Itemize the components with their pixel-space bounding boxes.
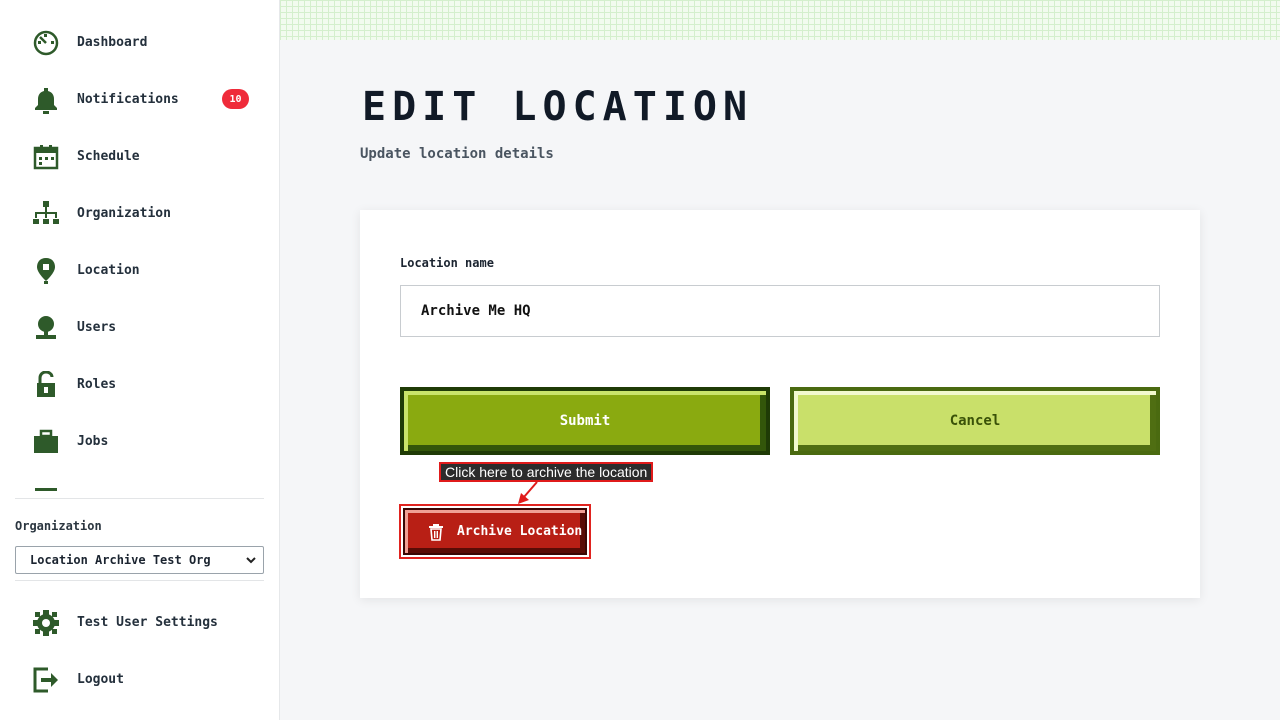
organization-label: Organization <box>15 519 102 533</box>
archive-location-label: Archive Location <box>457 524 583 539</box>
bell-icon <box>30 84 62 116</box>
page-subtitle: Update location details <box>360 146 554 162</box>
sidebar-item-label: Dashboard <box>77 35 148 50</box>
logout-link[interactable]: Logout <box>0 651 279 708</box>
notification-count-badge: 10 <box>222 89 249 109</box>
sidebar-item-label: Organization <box>77 206 171 221</box>
org-chart-icon <box>30 198 62 230</box>
organization-select[interactable]: Location Archive Test Org <box>15 546 264 574</box>
sidebar-item-label: Users <box>77 320 117 335</box>
sidebar-item-label: Notifications <box>77 92 179 107</box>
chevron-down-icon <box>246 557 256 564</box>
sidebar-item-more[interactable] <box>0 470 279 492</box>
sidebar-item-jobs[interactable]: Jobs <box>0 413 279 470</box>
sidebar-item-label: Location <box>77 263 140 278</box>
sidebar-item-location[interactable]: Location <box>0 242 279 299</box>
sidebar: Dashboard Notifications 10 Schedule Orga… <box>0 0 280 720</box>
cancel-button[interactable]: Cancel <box>790 387 1160 455</box>
unlock-icon <box>30 369 62 401</box>
sidebar-item-notifications[interactable]: Notifications 10 <box>0 71 279 128</box>
submit-button[interactable]: Submit <box>400 387 770 455</box>
gear-icon <box>30 607 62 639</box>
archive-location-button[interactable]: Archive Location <box>403 508 587 555</box>
sidebar-item-label: Jobs <box>77 434 109 449</box>
archive-tooltip: Click here to archive the location <box>439 462 654 482</box>
edit-location-form: Location name Submit Cancel Click here t… <box>360 210 1200 598</box>
archive-highlight: Archive Location <box>399 504 591 559</box>
sidebar-divider <box>15 580 264 581</box>
sidebar-item-organization[interactable]: Organization <box>0 185 279 242</box>
calendar-icon <box>30 141 62 173</box>
sidebar-item-users[interactable]: Users <box>0 299 279 356</box>
sidebar-nav: Dashboard Notifications 10 Schedule Orga… <box>0 14 279 492</box>
sidebar-item-label: Schedule <box>77 149 140 164</box>
sidebar-divider <box>15 498 264 499</box>
location-name-input[interactable] <box>400 285 1160 337</box>
partial-icon <box>30 483 62 493</box>
organization-select-value: Location Archive Test Org <box>30 553 211 567</box>
dashboard-icon <box>30 27 62 59</box>
page-title: EDIT LOCATION <box>362 84 754 130</box>
settings-link[interactable]: Test User Settings <box>0 594 279 651</box>
sidebar-item-schedule[interactable]: Schedule <box>0 128 279 185</box>
logout-icon <box>30 664 62 696</box>
settings-label: Test User Settings <box>77 615 218 630</box>
header-grid-pattern <box>280 0 1280 40</box>
briefcase-icon <box>30 426 62 458</box>
sidebar-item-roles[interactable]: Roles <box>0 356 279 413</box>
location-pin-icon <box>30 255 62 287</box>
sidebar-item-dashboard[interactable]: Dashboard <box>0 14 279 71</box>
user-icon <box>30 312 62 344</box>
logout-label: Logout <box>77 672 124 687</box>
trash-icon <box>427 523 445 541</box>
location-name-label: Location name <box>400 256 494 270</box>
sidebar-item-label: Roles <box>77 377 117 392</box>
